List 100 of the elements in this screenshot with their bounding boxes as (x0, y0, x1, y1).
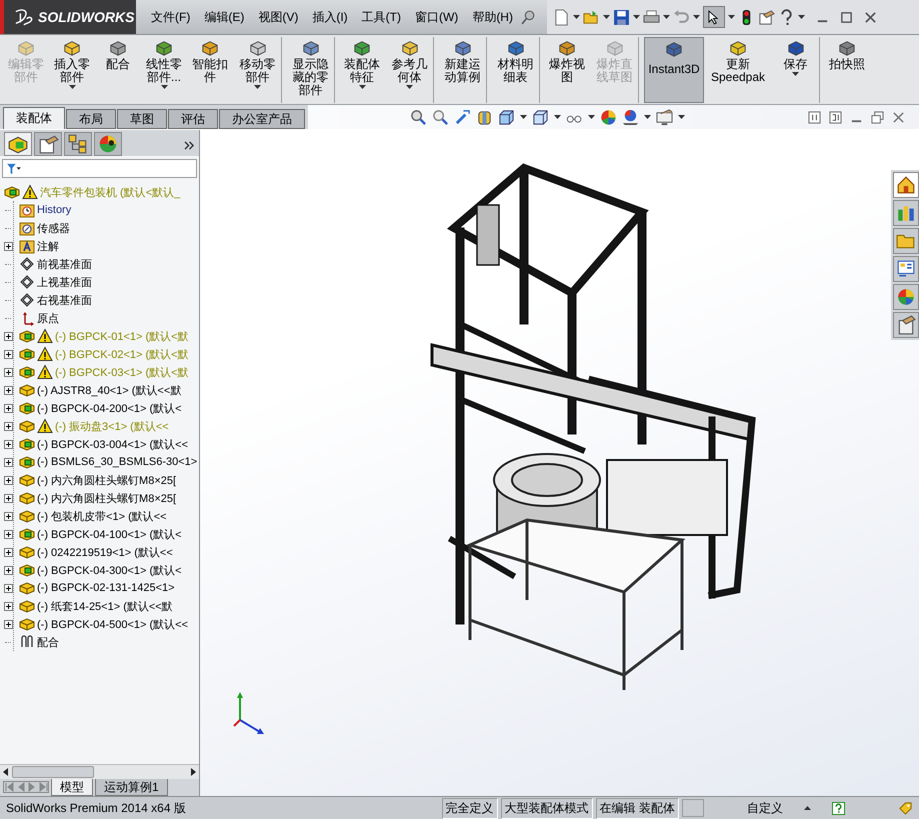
expand-plus-icon[interactable] (4, 368, 13, 376)
ribbon-button[interactable]: 拍快照 (825, 37, 869, 103)
filter-field[interactable] (2, 159, 197, 178)
expand-plus-icon[interactable] (4, 530, 13, 538)
feature-tree-tab-icon[interactable] (4, 132, 32, 156)
tree-item[interactable]: 上视基准面 (37, 274, 92, 290)
scroll-right-icon[interactable] (189, 768, 197, 776)
ribbon-button[interactable]: 保存 (772, 37, 820, 103)
expand-plus-icon[interactable] (4, 584, 13, 592)
tree-item[interactable]: 配合 (37, 634, 59, 650)
menu-item[interactable]: 文件(F) (144, 6, 198, 28)
tree-item[interactable]: (-) 内六角圆柱头螺钉M8×25[ (37, 472, 176, 488)
home-icon[interactable] (893, 172, 919, 198)
expand-plus-icon[interactable] (4, 548, 13, 556)
command-tab[interactable]: 装配体 (3, 107, 65, 129)
expand-plus-icon[interactable] (4, 620, 13, 628)
menu-item[interactable]: 视图(V) (251, 6, 306, 28)
tree-item[interactable]: 右视基准面 (37, 292, 92, 308)
command-tab[interactable]: 布局 (66, 109, 116, 129)
select-pointer-button[interactable] (702, 6, 725, 28)
zoom-area-icon[interactable] (432, 108, 449, 126)
tree-item[interactable]: (-) BGPCK-04-300<1> (默认< (37, 562, 182, 578)
previous-view-icon[interactable] (454, 108, 471, 126)
command-tab[interactable]: 评估 (168, 109, 218, 129)
scene-ball-icon[interactable] (622, 108, 639, 126)
tree-item[interactable]: (-) 内六角圆柱头螺钉M8×25[ (37, 490, 176, 506)
tree-item[interactable]: (-) BGPCK-04-500<1> (默认<< (37, 616, 188, 632)
tree-item[interactable]: (-) 纸套14-25<1> (默认<<默 (37, 598, 173, 614)
tree-item[interactable]: (-) BGPCK-04-100<1> (默认< (37, 526, 182, 542)
expand-plus-icon[interactable] (4, 386, 13, 394)
tree-item[interactable]: 传感器 (37, 220, 70, 236)
monitor-icon[interactable] (656, 108, 673, 126)
ribbon-button[interactable]: 配合 (96, 37, 140, 103)
tag-icon[interactable] (898, 800, 913, 816)
tree-item[interactable]: (-) BGPCK-04-200<1> (默认< (37, 400, 182, 416)
view-cube-icon[interactable] (498, 108, 515, 126)
tree-item[interactable]: 前视基准面 (37, 256, 92, 272)
scroll-left-icon[interactable] (2, 768, 10, 776)
tree-item[interactable]: History (37, 204, 72, 216)
save-icon[interactable] (612, 8, 630, 26)
bottom-tab[interactable]: 运动算例1 (95, 779, 168, 796)
ribbon-button[interactable]: 新建运动算例 (439, 37, 487, 103)
close-icon[interactable] (864, 10, 877, 24)
printer-icon[interactable] (642, 8, 660, 26)
ribbon-button[interactable]: 装配体特征 (340, 37, 384, 103)
bottom-tab[interactable]: 模型 (51, 779, 93, 796)
ribbon-button[interactable]: Instant3D (644, 37, 704, 103)
shaded-box-icon[interactable] (532, 108, 549, 126)
zoom-to-fit-icon[interactable] (410, 108, 427, 126)
expand-chevron-icon[interactable] (184, 141, 195, 150)
expand-plus-icon[interactable] (4, 242, 13, 250)
expand-plus-icon[interactable] (4, 332, 13, 340)
tree-item[interactable]: (-) BSMLS6_30_BSMLS6-30<1> (37, 456, 198, 468)
color-ball-icon[interactable] (600, 108, 617, 126)
menu-item[interactable]: 编辑(E) (197, 6, 252, 28)
expand-plus-icon[interactable] (4, 494, 13, 502)
ribbon-button[interactable]: 移动零部件 (234, 37, 282, 103)
tree-item[interactable]: (-) BGPCK-03-004<1> (默认<< (37, 436, 188, 452)
ribbon-button[interactable]: 线性零部件... (142, 37, 186, 103)
horizontal-scrollbar[interactable] (0, 764, 199, 779)
units-text[interactable]: 自定义 (747, 800, 783, 816)
expand-plus-icon[interactable] (4, 458, 13, 466)
ribbon-button[interactable]: 插入零部件 (50, 37, 94, 103)
options-icon[interactable] (758, 8, 775, 26)
ribbon-button[interactable]: 参考几何体 (386, 37, 434, 103)
expand-plus-icon[interactable] (4, 476, 13, 484)
ribbon-button[interactable]: 智能扣件 (188, 37, 232, 103)
clipboard-icon[interactable] (893, 312, 919, 338)
ribbon-button[interactable]: 显示隐藏的零部件 (287, 37, 335, 103)
new-document-icon[interactable] (552, 8, 570, 26)
expand-plus-icon[interactable] (4, 422, 13, 430)
property-tab-icon[interactable] (34, 132, 62, 156)
tree-item[interactable]: (-) BGPCK-02-131-1425<1> (37, 582, 175, 594)
tree-item[interactable]: (-) 包装机皮带<1> (默认<< (37, 508, 167, 524)
tree-item[interactable]: (-) 0242219519<1> (默认<< (37, 544, 173, 560)
configuration-tab-icon[interactable] (64, 132, 92, 156)
expand-plus-icon[interactable] (4, 602, 13, 610)
menu-item[interactable]: 窗口(W) (408, 6, 466, 28)
expand-plus-icon[interactable] (4, 350, 13, 358)
expand-plus-icon[interactable] (4, 440, 13, 448)
tree-item[interactable]: (-) AJSTR8_40<1> (默认<<默 (37, 382, 182, 398)
expand-plus-icon[interactable] (4, 566, 13, 574)
command-tab[interactable]: 草图 (117, 109, 167, 129)
layout-palette-icon[interactable] (893, 256, 919, 282)
help-icon[interactable] (832, 802, 845, 814)
split-view-icon[interactable] (808, 110, 821, 124)
command-tab[interactable]: 办公室产品 (219, 109, 305, 129)
split-view-icon[interactable] (829, 110, 842, 124)
display-tab-icon[interactable] (94, 132, 122, 156)
tree-item[interactable]: 注解 (37, 238, 59, 254)
menu-item[interactable]: 帮助(H) (465, 6, 520, 28)
expand-plus-icon[interactable] (4, 404, 13, 412)
tree-item[interactable]: 原点 (37, 310, 59, 326)
expand-plus-icon[interactable] (4, 512, 13, 520)
restore-icon[interactable] (871, 110, 884, 124)
pushpin-icon[interactable] (520, 8, 537, 26)
close-icon[interactable] (892, 110, 905, 124)
ribbon-button[interactable]: 材料明细表 (492, 37, 540, 103)
up-caret-icon[interactable] (804, 806, 811, 810)
ribbon-button[interactable]: 更新 Speedpak (706, 37, 770, 103)
